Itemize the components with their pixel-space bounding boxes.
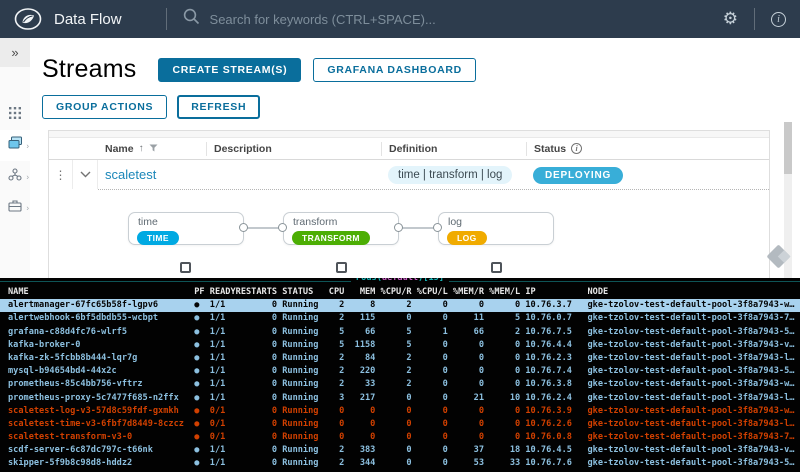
create-streams-button[interactable]: CREATE STREAM(S) [158, 57, 302, 82]
refresh-button[interactable]: REFRESH [177, 95, 261, 119]
pod-row[interactable]: alertmanager-67fc65b58f-lgpv6 ● 1/1 0 Ru… [0, 299, 800, 313]
output-port[interactable] [239, 223, 248, 232]
filter-icon[interactable] [149, 143, 158, 155]
input-port[interactable] [278, 223, 287, 232]
group-actions-button[interactable]: GROUP ACTIONS [42, 95, 168, 119]
pod-row[interactable]: skipper-5f9b8c98d8-hddz2 ● 1/1 0 Running… [0, 457, 800, 470]
k9s-terminal[interactable]: Pods(default)[15] NAME PF READYRESTARTS … [0, 278, 800, 472]
top-navbar: Data Flow ⚙ i [0, 0, 800, 38]
grafana-dashboard-button[interactable]: GRAFANA DASHBOARD [313, 57, 476, 82]
status-info-icon[interactable]: i [571, 143, 583, 154]
chevron-right-icon: › [26, 172, 29, 181]
k9s-count-label: [15] [423, 278, 444, 283]
pod-row[interactable]: alertwebhook-6bf5dbdb55-wcbpt ● 1/1 0 Ru… [0, 312, 800, 325]
pod-row[interactable]: scdf-server-6c87dc797c-t66nk ● 1/1 0 Run… [0, 444, 800, 457]
row-actions-kebab-icon[interactable]: ⋮ [49, 160, 73, 189]
node-handle-square[interactable] [180, 262, 191, 273]
input-port[interactable] [433, 223, 442, 232]
search-input[interactable] [209, 11, 550, 27]
column-header-definition[interactable]: Definition [381, 141, 526, 156]
stream-status-badge: DEPLOYING [533, 167, 624, 184]
k9s-resource-label: Pods [356, 278, 377, 283]
node-type-badge: TRANSFORM [292, 231, 370, 245]
stream-name-link[interactable]: scaletest [98, 167, 156, 182]
sidebar-item-jobs[interactable]: › [0, 192, 30, 223]
app-window: Data Flow ⚙ i » [0, 0, 800, 472]
navbar-divider [754, 8, 755, 30]
stream-table-row: ⋮ scaletest time | transform | log DEPLO… [49, 160, 769, 189]
node-handle-square[interactable] [336, 262, 347, 273]
pod-table-header: NAME PF READYRESTARTS STATUS CPU MEM %CP… [8, 287, 609, 297]
datagrid-toolbar-strip [49, 131, 769, 138]
chevron-right-icon: › [26, 203, 29, 212]
pod-row[interactable]: kafka-broker-0 ● 1/1 0 Running 5 1158 5 … [0, 339, 800, 352]
flow-node-time[interactable]: time TIME [128, 212, 244, 245]
sidebar-item-tasks[interactable]: › [0, 161, 30, 192]
pod-row[interactable]: mysql-b94654bd4-44x2c ● 1/1 0 Running 2 … [0, 365, 800, 378]
apps-grid-icon [9, 106, 21, 124]
k9s-context-label: default [381, 278, 419, 283]
stream-definition-pill: time | transform | log [388, 166, 513, 184]
pod-row[interactable]: prometheus-proxy-5c7477f685-n2ffx ● 1/1 … [0, 392, 800, 405]
sidebar-item-streams[interactable]: › [0, 130, 30, 161]
pod-table-body: alertmanager-67fc65b58f-lgpv6 ● 1/1 0 Ru… [0, 299, 800, 470]
k9s-title-bar: Pods(default)[15] [0, 278, 800, 286]
datagrid-header-row: Name ↑ Description Definition Status i [49, 138, 769, 160]
node-type-badge: LOG [447, 231, 487, 245]
pod-row[interactable]: scaletest-log-v3-57d8c59fdf-gxmkh ● 0/1 … [0, 405, 800, 418]
row-collapse-chevron-icon[interactable] [73, 160, 98, 189]
left-sidebar: » › › › [0, 38, 30, 278]
app-title: Data Flow [54, 10, 122, 28]
node-type-badge: TIME [137, 231, 179, 245]
pod-row[interactable]: kafka-zk-5fcbb8b444-lqr7g ● 1/1 0 Runnin… [0, 352, 800, 365]
sidebar-expand-button[interactable]: » [0, 38, 30, 67]
node-handle-square[interactable] [491, 262, 502, 273]
navbar-divider [165, 8, 167, 30]
settings-gear-icon[interactable]: ⚙ [723, 10, 738, 28]
search-icon [183, 8, 200, 30]
sidebar-item-applications[interactable] [0, 99, 30, 130]
column-header-description[interactable]: Description [206, 141, 381, 156]
pod-row[interactable]: prometheus-85c4bb756-vftrz ● 1/1 0 Runni… [0, 378, 800, 391]
flow-node-log[interactable]: log LOG [438, 212, 554, 245]
spring-logo-icon [14, 8, 42, 30]
output-port[interactable] [394, 223, 403, 232]
chevron-right-icon: › [26, 141, 29, 150]
main-content: Streams CREATE STREAM(S) GRAFANA DASHBOA… [30, 38, 800, 331]
about-info-icon[interactable]: i [771, 11, 786, 27]
scrollbar-thumb[interactable] [784, 122, 792, 174]
pod-row[interactable]: scaletest-time-v3-6fbf7d8449-8czcz ● 0/1… [0, 418, 800, 431]
column-header-status[interactable]: Status i [526, 141, 769, 156]
column-header-name[interactable]: Name ↑ [98, 142, 206, 156]
tasks-icon [8, 167, 22, 186]
pod-row[interactable]: grafana-c88d4fc76-wlrf5 ● 1/1 0 Running … [0, 326, 800, 339]
pod-row[interactable]: scaletest-transform-v3-0 ● 0/1 0 Running… [0, 431, 800, 444]
page-title: Streams [42, 55, 137, 83]
jobs-briefcase-icon [8, 199, 22, 217]
streams-icon [8, 136, 23, 155]
sort-ascending-icon[interactable]: ↑ [139, 143, 144, 154]
flow-node-transform[interactable]: transform TRANSFORM [283, 212, 399, 245]
